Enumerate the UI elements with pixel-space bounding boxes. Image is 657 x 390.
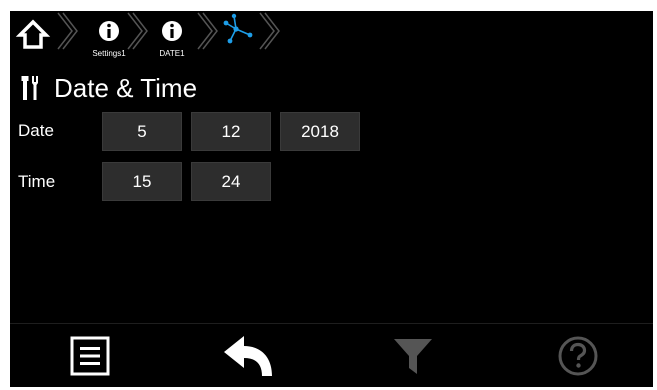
filter-icon: [394, 339, 432, 374]
screen: Settings1 DATE1 Date & Time Date 5 12 20…: [10, 11, 653, 387]
breadcrumb-current[interactable]: [216, 11, 264, 63]
date-year-field[interactable]: 2018: [280, 112, 360, 151]
filter-button[interactable]: [353, 324, 473, 387]
help-button[interactable]: [518, 324, 638, 387]
page-title: Date & Time: [20, 71, 197, 105]
time-minute-field[interactable]: 24: [191, 162, 271, 201]
home-icon: [15, 19, 51, 49]
time-label: Time: [18, 172, 56, 191]
menu-icon: [70, 336, 110, 376]
breadcrumb-separator: [197, 12, 218, 50]
help-icon: [558, 336, 598, 376]
breadcrumb-label: DATE1: [159, 49, 185, 58]
date-day-field[interactable]: 5: [102, 112, 182, 151]
breadcrumb-separator: [127, 12, 148, 50]
breadcrumb-separator: [259, 12, 280, 50]
date-month-field[interactable]: 12: [191, 112, 271, 151]
time-hour-field[interactable]: 15: [102, 162, 182, 201]
breadcrumb-separator: [57, 12, 78, 50]
breadcrumb-home[interactable]: [10, 11, 58, 63]
bottom-toolbar: [10, 323, 653, 387]
wrench-screwdriver-icon: [21, 76, 38, 100]
back-arrow-icon: [224, 336, 272, 376]
page-title-text: Date & Time: [54, 72, 198, 103]
menu-button[interactable]: [30, 324, 150, 387]
network-icon: [223, 13, 253, 44]
breadcrumb-label: Settings1: [92, 49, 126, 58]
date-label: Date: [18, 121, 54, 140]
breadcrumb: Settings1 DATE1: [10, 11, 290, 63]
back-button[interactable]: [190, 324, 310, 387]
